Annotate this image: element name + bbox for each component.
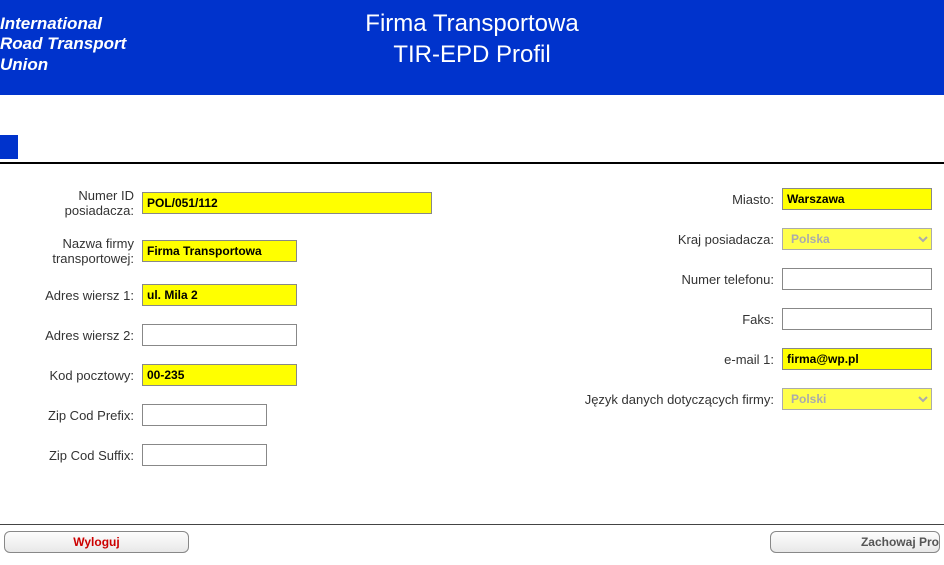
zip-suffix-input[interactable] [142,444,267,466]
label-holder-country: Kraj posiadacza: [482,232,782,247]
label-address2: Adres wiersz 2: [10,328,142,343]
holder-id-input[interactable] [142,192,432,214]
logo: International Road Transport Union [0,14,126,75]
city-input[interactable] [782,188,932,210]
company-lang-select[interactable]: Polski [782,388,932,410]
footer: Wyloguj Zachowaj Pro [0,524,944,553]
label-email1: e-mail 1: [482,352,782,367]
label-address1: Adres wiersz 1: [10,288,142,303]
label-zip-prefix: Zip Cod Prefix: [10,408,142,423]
form-left-column: Numer ID posiadacza: Nazwa firmy transpo… [10,188,432,484]
label-city: Miasto: [482,192,782,207]
header-bar: International Road Transport Union Firma… [0,0,944,95]
save-profile-button[interactable]: Zachowaj Pro [770,531,940,553]
active-tab[interactable] [0,135,18,159]
label-holder-id: Numer ID posiadacza: [10,188,142,218]
label-fax: Faks: [482,312,782,327]
holder-country-select[interactable]: Polska [782,228,932,250]
address2-input[interactable] [142,324,297,346]
fax-input[interactable] [782,308,932,330]
title-line2: TIR-EPD Profil [0,39,944,70]
title-line1: Firma Transportowa [0,8,944,39]
label-company-lang: Język danych dotyczących firmy: [482,392,782,407]
label-phone: Numer telefonu: [482,272,782,287]
company-name-input[interactable] [142,240,297,262]
label-postal-code: Kod pocztowy: [10,368,142,383]
logo-line1: International [0,14,126,34]
zip-prefix-input[interactable] [142,404,267,426]
label-zip-suffix: Zip Cod Suffix: [10,448,142,463]
form-right-column: Miasto: Kraj posiadacza: Polska Numer te… [482,188,934,484]
profile-form: Numer ID posiadacza: Nazwa firmy transpo… [0,188,944,484]
tab-divider [0,162,944,164]
phone-input[interactable] [782,268,932,290]
tab-area [0,135,944,164]
footer-divider [0,524,944,525]
logo-line2: Road Transport [0,34,126,54]
page-title: Firma Transportowa TIR-EPD Profil [0,0,944,70]
label-company-name: Nazwa firmy transportowej: [10,236,142,266]
logo-line3: Union [0,55,126,75]
postal-code-input[interactable] [142,364,297,386]
logout-button[interactable]: Wyloguj [4,531,189,553]
email1-input[interactable] [782,348,932,370]
address1-input[interactable] [142,284,297,306]
